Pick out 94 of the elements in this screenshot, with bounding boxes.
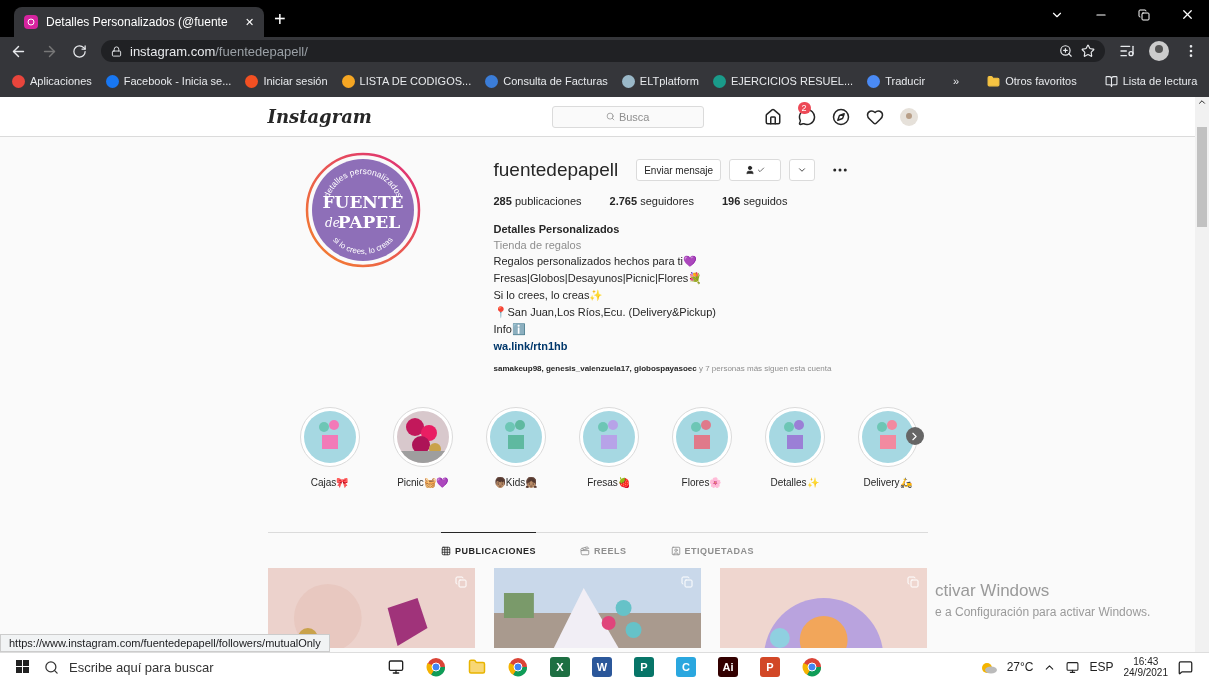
new-tab-button[interactable]: + [274,8,286,29]
person-icon [745,165,756,175]
reading-list-button[interactable]: Lista de lectura [1104,74,1198,88]
bookmark-star-icon[interactable] [1081,44,1095,58]
multiple-photos-icon [454,576,467,588]
highlight-drawing [675,411,728,463]
zoom-icon[interactable] [1059,44,1073,58]
windows-start-icon[interactable] [16,660,30,674]
chrome-icon[interactable] [426,657,446,677]
profile-name: Detalles Personalizados [493,223,621,235]
activation-notice-text: e a Configuración para activar Windows. [935,605,1151,619]
highlight-drawing [861,411,914,463]
reading-list-icon [1104,74,1118,88]
check-icon [757,166,766,174]
lock-icon [111,45,122,57]
multiple-photos-icon [907,576,920,588]
message-button[interactable]: Enviar mensaje [636,159,722,181]
search-icon [44,659,59,675]
bookmark[interactable]: EJERCICIOS RESUEL... [712,74,854,88]
profile-link[interactable]: wa.link/rtn1hb [493,340,850,352]
highlight-label[interactable]: 👦🏽Kids👧🏽 [493,477,538,488]
media-icon[interactable] [1119,43,1135,59]
avatar-icon[interactable] [1149,41,1169,61]
bio-line: Fresas|Globos|Desayunos|Picnic|Flores💐 [493,272,704,285]
bookmark[interactable]: Iniciar sesión [245,74,328,88]
status-link-tooltip: https://www.instagram.com/fuentedepapell/followers/mutualOnly [0,634,330,652]
network-icon[interactable] [1066,660,1080,674]
bio-line: Infoℹ [493,323,527,336]
multiple-photos-icon [681,576,694,588]
browser-tab[interactable]: Detalles Personalizados (@fuente ✕ [14,7,264,37]
app-icon[interactable]: Ai [718,657,738,677]
username: fuentedepapell [493,159,619,181]
address-field[interactable]: instagram.com/fuentedepapell/ [101,40,1105,62]
highlight-label[interactable]: Delivery🛵 [863,477,912,488]
highlight-label[interactable]: Flores🌸 [681,477,722,488]
language-indicator[interactable]: ESP [1089,660,1114,674]
app-icon[interactable]: W [592,657,612,677]
stat-text: 285 publicaciones [493,195,582,207]
home-icon[interactable] [763,107,782,126]
bookmark[interactable]: Facebook - Inicia se... [105,74,232,88]
bookmark[interactable]: Traducir [867,74,926,88]
clock-time: 16:43 [1133,656,1159,667]
instagram-icon [24,15,38,29]
highlight-drawing [582,411,635,463]
highlight-drawing [489,411,542,463]
bookmark[interactable]: Aplicaciones [12,74,92,88]
messenger-icon[interactable] [797,107,816,126]
clock-date: 24/9/2021 [1123,667,1168,678]
grid-icon [441,545,452,556]
reels-icon [580,545,591,556]
activation-notice-title: ctivar Windows [935,581,1051,601]
instagram-logo[interactable]: Instagram [267,106,372,127]
explore-icon[interactable] [831,107,850,126]
folder-icon [987,74,1001,88]
following-button[interactable] [729,159,782,181]
app-icon[interactable]: P [760,657,780,677]
reload-icon[interactable] [72,43,87,59]
scroll-up-icon[interactable] [1197,97,1207,107]
bookmark[interactable]: ELTplatform [621,74,699,88]
app-icon[interactable]: P [634,657,654,677]
chrome-icon[interactable] [508,657,528,677]
restore-icon[interactable] [1138,8,1150,21]
scrollbar-thumb[interactable] [1197,127,1207,227]
taskbar-search-field[interactable]: Escribe aquí para buscar [30,652,360,681]
bio-line: 📍San Juan,Los Ríos,Ecu. (Delivery&Pickup) [493,306,717,319]
more-bookmarks-button[interactable]: » [953,75,960,87]
highlight-label[interactable]: Picnic🧺💜 [397,477,448,488]
tagged-icon [670,545,681,556]
temperature-text: 27°C [1006,660,1034,674]
highlight-label[interactable]: Cajas🎀 [310,477,349,488]
tab-title: Detalles Personalizados (@fuente [46,15,229,29]
app-icon[interactable]: X [550,657,570,677]
chrome-icon[interactable] [802,657,822,677]
bookmark-folder[interactable]: Otros favoritos [987,74,1077,88]
bookmark[interactable]: Consulta de Facturas [485,74,608,88]
chevron-down-icon [797,165,808,175]
highlight-label[interactable]: Detalles✨ [770,477,819,488]
stat-text[interactable]: 2.765 seguidores [609,195,694,207]
bio-line: Regalos personalizados hechos para ti💜 [493,255,699,268]
close-icon[interactable] [1180,7,1195,22]
category-text: Tienda de regalos [493,239,583,251]
followed-by-text[interactable]: samakeup98, genesis_valenzuela17, globospayasoec y 7 personas más siguen esta cuenta [493,364,850,373]
bio-line: Si lo crees, lo creas✨ [493,289,605,302]
notification-badge: 2 [797,101,811,114]
bookmark[interactable]: LISTA DE CODIGOS... [341,74,472,88]
search-icon [605,112,615,121]
stat-text[interactable]: 196 seguidos [722,195,788,207]
close-tab-button[interactable]: ✕ [245,16,254,28]
notifications-icon[interactable] [1178,659,1193,675]
highlight-label[interactable]: Fresas🍓 [587,477,630,488]
url-text: instagram.com/fuentedepapell/ [130,43,308,59]
heart-icon[interactable] [865,107,884,126]
highlight-drawing [303,411,356,463]
highlight-drawing [768,411,821,463]
